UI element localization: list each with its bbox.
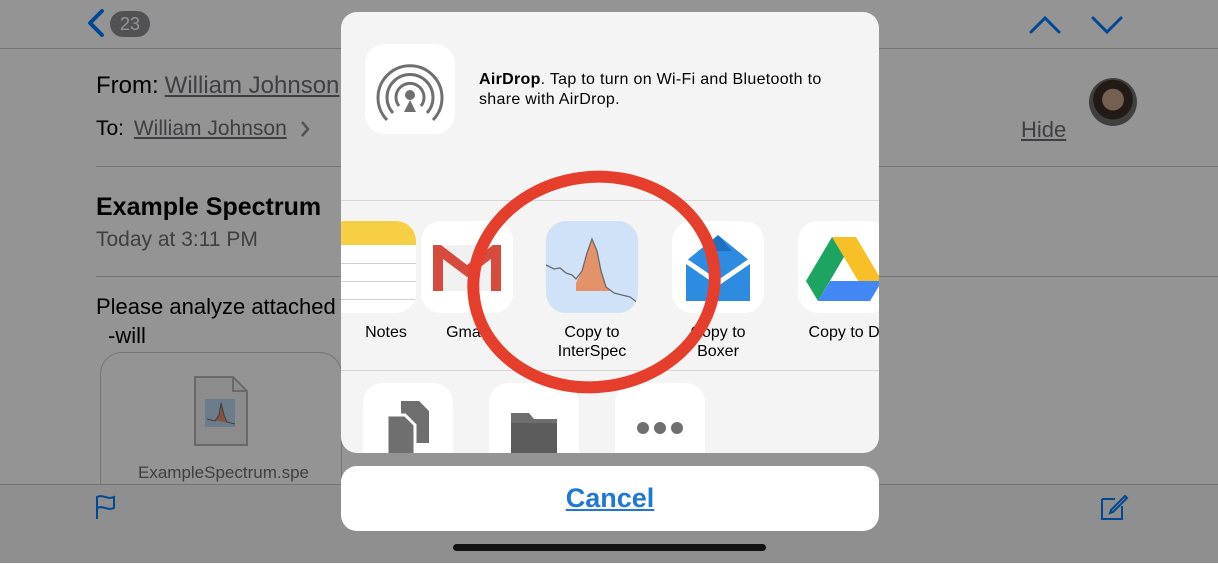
copy-action[interactable] [363,383,453,453]
save-to-files-action[interactable] [489,383,579,453]
share-app-google-drive[interactable]: Copy to Drive [778,211,879,361]
cancel-button[interactable]: Cancel [341,466,879,531]
airdrop-title: AirDrop [479,71,541,88]
home-indicator[interactable] [453,544,766,551]
more-icon [637,422,683,434]
airdrop-tile[interactable] [365,44,455,134]
airdrop-icon [376,64,444,122]
copy-icon [385,401,429,453]
folder-icon [511,413,557,453]
google-drive-icon [798,221,879,313]
share-app-label: Copy to Drive [808,324,879,341]
more-actions[interactable] [615,383,705,453]
airdrop-description: AirDrop. Tap to turn on Wi-Fi and Blueto… [479,70,859,110]
